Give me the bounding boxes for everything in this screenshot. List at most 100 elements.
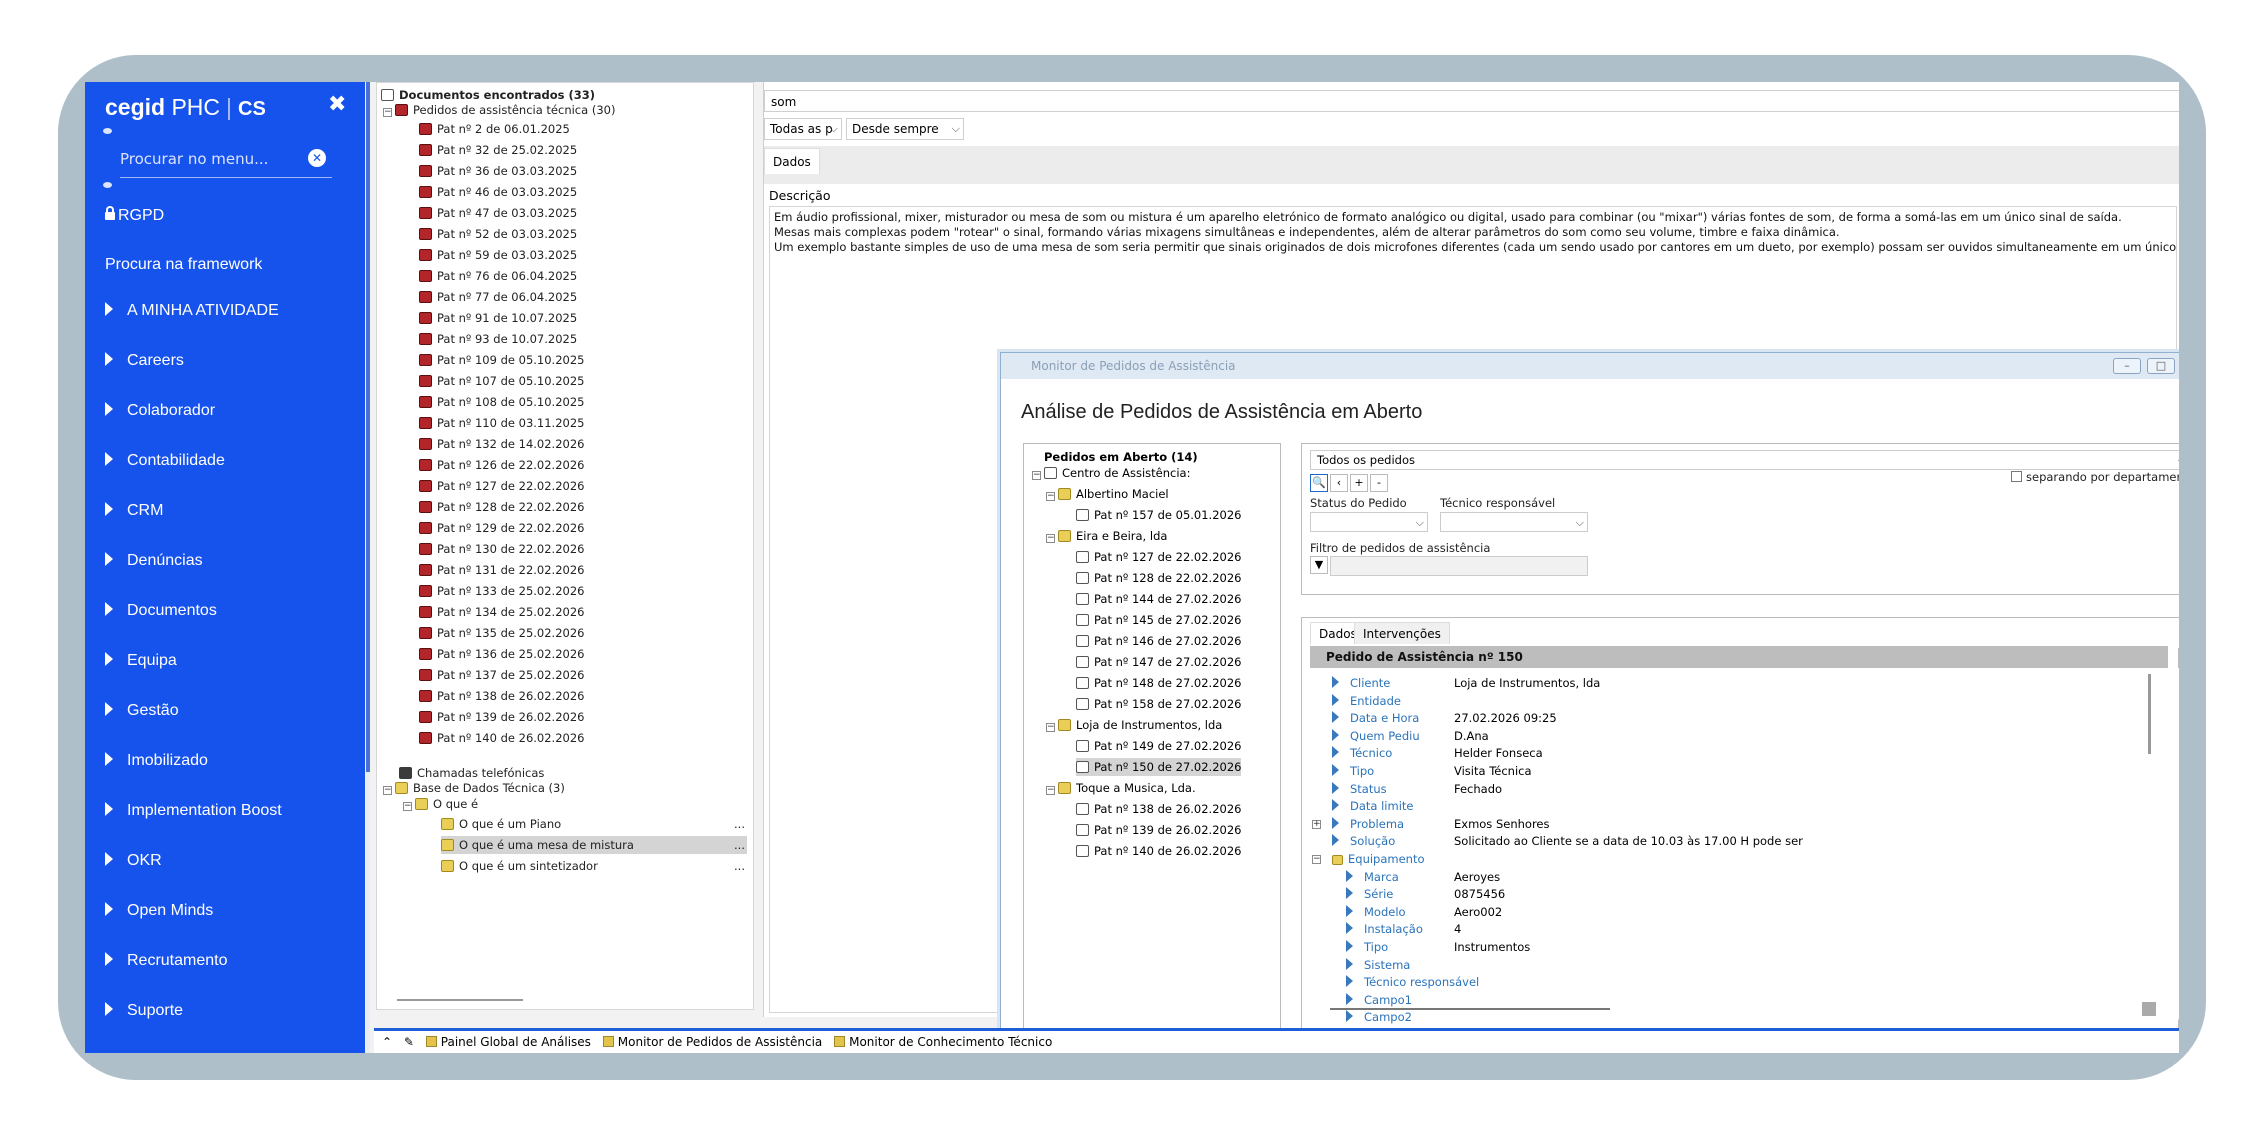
kb-item[interactable]: O que é um Piano...	[441, 815, 747, 833]
menu-item-framework[interactable]: Procura na framework	[105, 256, 262, 274]
tree-pat-item[interactable]: Pat nº 32 de 25.02.2025	[419, 141, 577, 159]
detail-field[interactable]: Cliente	[1332, 675, 1390, 692]
tech-select[interactable]: ⌵	[1440, 512, 1588, 532]
tree-pat-item[interactable]: Pat nº 146 de 27.02.2026	[1076, 632, 1241, 650]
add-button[interactable]: +	[1350, 474, 1368, 492]
tree-center[interactable]: − Centro de Assistência:	[1032, 464, 1190, 482]
filter-icon[interactable]: ▼	[1310, 556, 1328, 574]
tree-pat-item[interactable]: Pat nº 127 de 22.02.2026	[419, 477, 584, 495]
detail-field[interactable]: Tipo	[1332, 763, 1374, 780]
detail-hscrollbar[interactable]	[1330, 1008, 1610, 1010]
menu-item[interactable]: Denúncias	[105, 552, 203, 570]
tree-pat-item[interactable]: Pat nº 139 de 26.02.2026	[419, 708, 584, 726]
detail-field[interactable]: Técnico	[1332, 745, 1392, 762]
tree-pat-item[interactable]: Pat nº 36 de 03.03.2025	[419, 162, 577, 180]
menu-item[interactable]: Implementation Boost	[105, 802, 282, 820]
tree-pat-item[interactable]: Pat nº 91 de 10.07.2025	[419, 309, 577, 327]
tree-pat-item[interactable]: Pat nº 110 de 03.11.2025	[419, 414, 584, 432]
menu-item[interactable]: Imobilizado	[105, 752, 208, 770]
menu-item[interactable]: Recrutamento	[105, 952, 228, 970]
tree-pat-item[interactable]: Pat nº 2 de 06.01.2025	[419, 120, 570, 138]
tree-pat-item[interactable]: Pat nº 46 de 03.03.2025	[419, 183, 577, 201]
tree-pat-item[interactable]: Pat nº 77 de 06.04.2025	[419, 288, 577, 306]
tree-group[interactable]: − Eira e Beira, lda	[1046, 527, 1167, 545]
filter-input[interactable]	[1330, 556, 1588, 576]
minimize-button[interactable]: –	[2113, 358, 2141, 374]
tree-pat-item[interactable]: Pat nº 144 de 27.02.2026	[1076, 590, 1241, 608]
tree-pat-item[interactable]: Pat nº 47 de 03.03.2025	[419, 204, 577, 222]
tab-intervencoes[interactable]: Intervenções	[1354, 622, 1450, 644]
tree-pat-item[interactable]: Pat nº 52 de 03.03.2025	[419, 225, 577, 243]
type-filter-select[interactable]: Todas as p ⌵	[764, 118, 842, 140]
menu-item[interactable]: Contabilidade	[105, 452, 225, 470]
kb-item[interactable]: O que é um sintetizador...	[441, 857, 747, 875]
tree-pat-item[interactable]: Pat nº 137 de 25.02.2026	[419, 666, 584, 684]
tree-pat-item[interactable]: Pat nº 135 de 25.02.2026	[419, 624, 584, 642]
tree-pat-item[interactable]: Pat nº 108 de 05.10.2025	[419, 393, 584, 411]
tree-pat-item[interactable]: Pat nº 150 de 27.02.2026	[1076, 758, 1242, 776]
separate-dept-checkbox[interactable]: separando por departamento.	[2011, 470, 2179, 484]
equipment-field[interactable]: Instalação	[1346, 921, 1423, 938]
detail-field[interactable]: Status	[1332, 781, 1387, 798]
menu-item[interactable]: OKR	[105, 852, 162, 870]
remove-button[interactable]: -	[1370, 474, 1388, 492]
equipment-field[interactable]: Série	[1346, 886, 1393, 903]
tab-dados[interactable]: Dados	[764, 148, 820, 174]
equipment-field[interactable]: Tipo	[1346, 939, 1388, 956]
tree-pat-item[interactable]: Pat nº 158 de 27.02.2026	[1076, 695, 1241, 713]
menu-item-rgpd[interactable]: RGPD	[105, 206, 164, 225]
search-input[interactable]: som	[764, 90, 2179, 112]
equipment-field[interactable]: Campo1	[1346, 992, 1412, 1009]
tree-pat-item[interactable]: Pat nº 109 de 05.10.2025	[419, 351, 584, 369]
requests-select[interactable]: Todos os pedidos⌵	[1310, 450, 2179, 470]
clear-search-icon[interactable]: ✕	[308, 149, 326, 167]
tree-pat-item[interactable]: Pat nº 149 de 27.02.2026	[1076, 737, 1241, 755]
menu-item[interactable]: Equipa	[105, 652, 177, 670]
tree-pat-item[interactable]: Pat nº 131 de 22.02.2026	[419, 561, 584, 579]
detail-field[interactable]: Solução	[1332, 833, 1395, 850]
tree-pat-item[interactable]: Pat nº 138 de 26.02.2026	[419, 687, 584, 705]
menu-item[interactable]: Suporte	[105, 1002, 183, 1020]
equipment-field[interactable]: Modelo	[1346, 904, 1406, 921]
tree-kb-folder[interactable]: − O que é	[403, 795, 478, 813]
edit-icon[interactable]: ✎	[404, 1035, 414, 1049]
tree-pat-item[interactable]: Pat nº 127 de 22.02.2026	[1076, 548, 1241, 566]
detail-vscrollbar[interactable]	[2148, 674, 2151, 754]
close-sidebar-icon[interactable]: ✖	[328, 92, 346, 117]
menu-item[interactable]: Open Minds	[105, 902, 213, 920]
tree-pat-item[interactable]: Pat nº 76 de 06.04.2025	[419, 267, 577, 285]
detail-field[interactable]: Quem Pediu	[1332, 728, 1420, 745]
tree-pat-item[interactable]: Pat nº 139 de 26.02.2026	[1076, 821, 1241, 839]
tree-pat-item[interactable]: Pat nº 134 de 25.02.2026	[419, 603, 584, 621]
tree-pat-item[interactable]: Pat nº 132 de 14.02.2026	[419, 435, 584, 453]
date-filter-select[interactable]: Desde sempre ⌵	[846, 118, 964, 140]
equipment-field[interactable]: Marca	[1346, 869, 1399, 886]
tree-group-pedidos[interactable]: − Pedidos de assistência técnica (30)	[383, 101, 615, 119]
menu-item[interactable]: Colaborador	[105, 402, 215, 420]
tree-group[interactable]: − Albertino Maciel	[1046, 485, 1169, 503]
equipment-field[interactable]: Campo2	[1346, 1009, 1412, 1026]
menu-item[interactable]: Gestão	[105, 702, 179, 720]
taskbar-item[interactable]: Monitor de Conhecimento Técnico	[849, 1035, 1052, 1049]
tree-pat-item[interactable]: Pat nº 128 de 22.02.2026	[1076, 569, 1241, 587]
tree-pat-item[interactable]: Pat nº 126 de 22.02.2026	[419, 456, 584, 474]
menu-search-input[interactable]: Procurar no menu... ✕	[120, 142, 332, 178]
detail-field[interactable]: + Problema	[1312, 816, 1404, 833]
tree-pat-item[interactable]: Pat nº 136 de 25.02.2026	[419, 645, 584, 663]
menu-item[interactable]: CRM	[105, 502, 163, 520]
tree-group[interactable]: − Toque a Musica, Lda.	[1046, 779, 1196, 797]
search-icon[interactable]: 🔍	[1310, 474, 1328, 492]
tree-pat-item[interactable]: Pat nº 129 de 22.02.2026	[419, 519, 584, 537]
maximize-button[interactable]: □	[2147, 358, 2175, 374]
taskbar-item[interactable]: Painel Global de Análises	[441, 1035, 591, 1049]
menu-item[interactable]: Careers	[105, 352, 184, 370]
taskbar-item[interactable]: Monitor de Pedidos de Assistência	[618, 1035, 823, 1049]
tree-hscrollbar[interactable]	[397, 999, 523, 1001]
equipment-field[interactable]: Técnico responsável	[1346, 974, 1479, 991]
tree-group[interactable]: − Loja de Instrumentos, lda	[1046, 716, 1222, 734]
export-icon[interactable]: ⇲	[2178, 648, 2179, 668]
detail-field[interactable]: Entidade	[1332, 693, 1401, 710]
sidebar-scrollbar[interactable]	[366, 82, 370, 1053]
tree-pat-item[interactable]: Pat nº 145 de 27.02.2026	[1076, 611, 1241, 629]
tree-pat-item[interactable]: Pat nº 148 de 27.02.2026	[1076, 674, 1241, 692]
